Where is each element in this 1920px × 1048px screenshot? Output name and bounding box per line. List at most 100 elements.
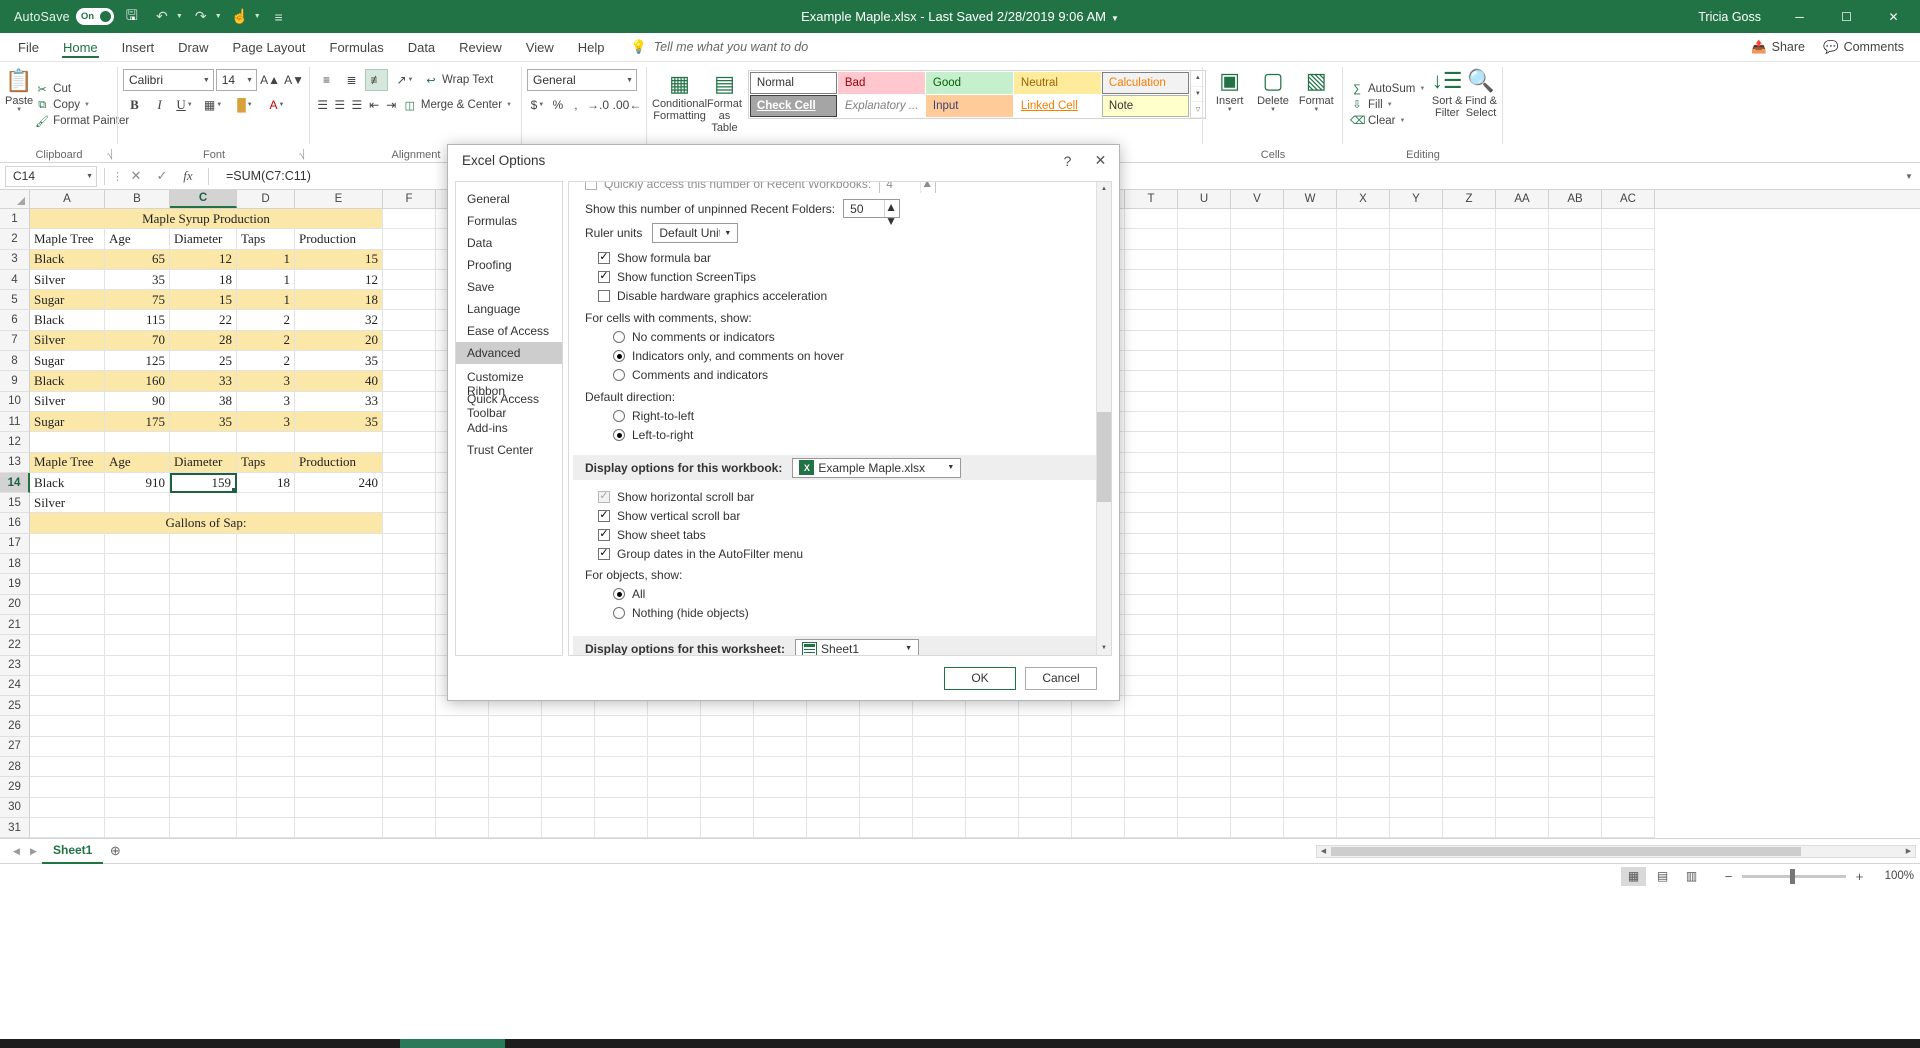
- cell-B2[interactable]: Age: [105, 229, 170, 250]
- redo-dropdown-icon[interactable]: ▼: [215, 13, 222, 20]
- cell-U25[interactable]: [1178, 696, 1231, 717]
- ruler-units-dropdown[interactable]: Default Units ▼: [652, 223, 739, 243]
- cell-AA12[interactable]: [1496, 432, 1549, 453]
- cell-D10[interactable]: 3: [237, 391, 295, 412]
- cell-T4[interactable]: [1125, 269, 1178, 291]
- option-show-formula-bar-row[interactable]: Show formula bar: [585, 249, 1091, 267]
- taskbar-active-window[interactable]: [400, 1039, 505, 1048]
- row-header-29[interactable]: 29: [0, 777, 30, 798]
- cell-C19[interactable]: [170, 574, 237, 595]
- format-cells-button[interactable]: ▧ Format ▼: [1295, 65, 1338, 145]
- cell-AB18[interactable]: [1549, 554, 1602, 575]
- cell-F22[interactable]: [383, 635, 436, 656]
- ribbon-tab-view[interactable]: View: [514, 33, 566, 61]
- cell-AA6[interactable]: [1496, 310, 1549, 331]
- cell-M31[interactable]: [754, 817, 807, 838]
- cell-F31[interactable]: [383, 817, 436, 838]
- cell-U21[interactable]: [1178, 614, 1231, 636]
- cell-AC19[interactable]: [1602, 574, 1655, 595]
- cell-Y5[interactable]: [1390, 290, 1443, 311]
- cell-B21[interactable]: [105, 614, 170, 636]
- cell-Z25[interactable]: [1443, 696, 1496, 717]
- column-header-A[interactable]: A: [30, 190, 105, 208]
- title-dropdown-icon[interactable]: ▼: [1111, 14, 1119, 23]
- cell-O30[interactable]: [860, 797, 913, 818]
- cell-U3[interactable]: [1178, 249, 1231, 270]
- cell-R30[interactable]: [1019, 797, 1072, 818]
- options-nav-quick-access-toolbar[interactable]: Quick Access Toolbar: [456, 392, 562, 420]
- cell-F15[interactable]: [383, 493, 436, 514]
- cell-X26[interactable]: [1337, 716, 1390, 737]
- objects-nothing-hide-objects-radio[interactable]: [613, 607, 625, 619]
- cell-W16[interactable]: [1284, 513, 1337, 534]
- cell-Z3[interactable]: [1443, 249, 1496, 270]
- cell-Y16[interactable]: [1390, 513, 1443, 534]
- cell-E13[interactable]: Production: [295, 452, 383, 473]
- fill-color-button[interactable]: █ ▼: [230, 94, 260, 116]
- cell-V12[interactable]: [1231, 432, 1284, 453]
- cell-AC17[interactable]: [1602, 533, 1655, 555]
- cell-AB15[interactable]: [1549, 493, 1602, 514]
- option-show-function-screentips-row[interactable]: Show function ScreenTips: [585, 268, 1091, 286]
- cell-D22[interactable]: [237, 635, 295, 656]
- cell-Y23[interactable]: [1390, 655, 1443, 676]
- cell-AA1[interactable]: [1496, 209, 1549, 230]
- align-center-button[interactable]: ☰: [332, 94, 347, 116]
- cell-U22[interactable]: [1178, 635, 1231, 656]
- cell-E17[interactable]: [295, 533, 383, 555]
- cell-Z23[interactable]: [1443, 655, 1496, 676]
- cell-A20[interactable]: [30, 594, 105, 615]
- cell-H30[interactable]: [489, 797, 542, 818]
- fx-icon[interactable]: fx: [175, 168, 201, 184]
- cell-V9[interactable]: [1231, 371, 1284, 392]
- cell-A14[interactable]: Black: [30, 472, 105, 494]
- cell-B6[interactable]: 115: [105, 310, 170, 331]
- cell-E9[interactable]: 40: [295, 371, 383, 392]
- cell-N28[interactable]: [807, 757, 860, 778]
- cell-A11[interactable]: Sugar: [30, 411, 105, 433]
- cell-X24[interactable]: [1337, 675, 1390, 697]
- direction-right-to-left-row[interactable]: Right-to-left: [585, 407, 1091, 425]
- column-header-Y[interactable]: Y: [1390, 190, 1443, 208]
- cell-Z6[interactable]: [1443, 310, 1496, 331]
- maximize-button[interactable]: ☐: [1824, 0, 1869, 33]
- cell-E23[interactable]: [295, 655, 383, 676]
- sort-filter-button[interactable]: ↓☰ Sort & Filter: [1430, 65, 1464, 145]
- cell-X18[interactable]: [1337, 554, 1390, 575]
- cell-V4[interactable]: [1231, 269, 1284, 291]
- cell-X1[interactable]: [1337, 209, 1390, 230]
- cell-X27[interactable]: [1337, 736, 1390, 758]
- cell-D31[interactable]: [237, 817, 295, 838]
- cell-F6[interactable]: [383, 310, 436, 331]
- cell-Z11[interactable]: [1443, 411, 1496, 433]
- cell-T22[interactable]: [1125, 635, 1178, 656]
- row-header-31[interactable]: 31: [0, 817, 30, 838]
- cell-AC8[interactable]: [1602, 351, 1655, 372]
- cell-T13[interactable]: [1125, 452, 1178, 473]
- ribbon-tab-insert[interactable]: Insert: [110, 33, 167, 61]
- cell-AA15[interactable]: [1496, 493, 1549, 514]
- cell-F21[interactable]: [383, 614, 436, 636]
- cell-U29[interactable]: [1178, 777, 1231, 798]
- cell-AC15[interactable]: [1602, 493, 1655, 514]
- cell-AA29[interactable]: [1496, 777, 1549, 798]
- cell-C13[interactable]: Diameter: [170, 452, 237, 473]
- option-show-sheet-tabs-checkbox[interactable]: [598, 529, 610, 541]
- cancel-icon[interactable]: ✕: [123, 168, 149, 184]
- cell-X30[interactable]: [1337, 797, 1390, 818]
- cell-AC26[interactable]: [1602, 716, 1655, 737]
- cell-style-check-cell[interactable]: Check Cell: [749, 95, 837, 117]
- cell-AA13[interactable]: [1496, 452, 1549, 473]
- cell-M28[interactable]: [754, 757, 807, 778]
- cell-U17[interactable]: [1178, 533, 1231, 555]
- cell-style-normal[interactable]: Normal: [749, 72, 837, 94]
- cell-AB4[interactable]: [1549, 269, 1602, 291]
- cell-Z28[interactable]: [1443, 757, 1496, 778]
- cell-Q31[interactable]: [966, 817, 1019, 838]
- cell-H26[interactable]: [489, 716, 542, 737]
- cell-G29[interactable]: [436, 777, 489, 798]
- workbook-selector-dropdown[interactable]: X Example Maple.xlsx ▼: [792, 457, 962, 478]
- cell-B25[interactable]: [105, 696, 170, 717]
- cell-Z19[interactable]: [1443, 574, 1496, 595]
- cell-N30[interactable]: [807, 797, 860, 818]
